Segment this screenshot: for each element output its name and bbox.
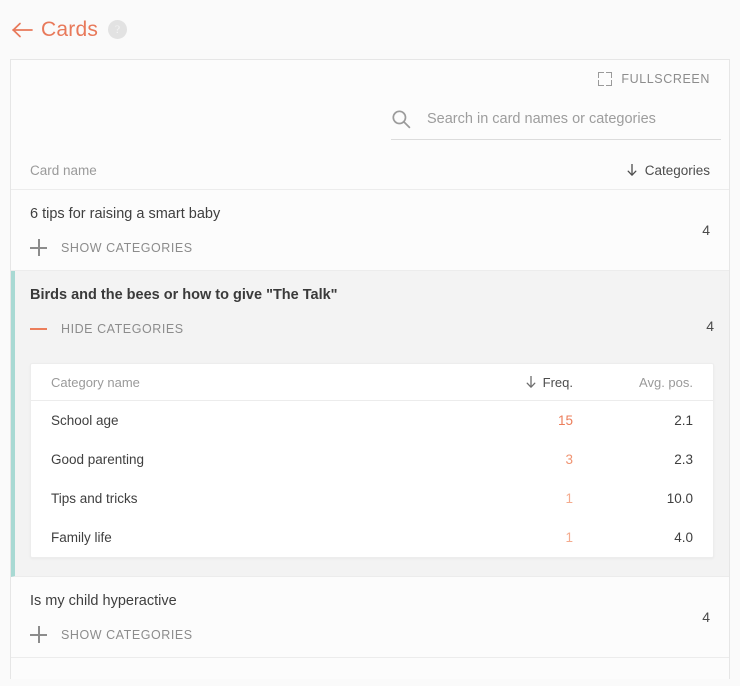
table-row-expanded[interactable]: Birds and the bees or how to give "The T…	[11, 271, 729, 577]
category-name: School age	[51, 413, 119, 428]
column-header-card-name: Card name	[30, 162, 97, 178]
show-categories-button[interactable]: SHOW CATEGORIES	[30, 239, 193, 256]
subtable-row[interactable]: School age 15 2.1	[31, 401, 713, 440]
fullscreen-icon	[598, 71, 613, 86]
categories-count: 4	[702, 222, 710, 238]
column-header-freq-label: Freq.	[542, 374, 573, 390]
show-categories-button[interactable]: SHOW CATEGORIES	[30, 626, 193, 643]
category-avg-pos: 2.1	[674, 413, 693, 428]
subtable-row[interactable]: Good parenting 3 2.3	[31, 440, 713, 479]
card-name: Birds and the bees or how to give "The T…	[30, 287, 338, 303]
sort-descending-arrow-icon	[626, 163, 638, 177]
search-box[interactable]	[391, 109, 721, 140]
column-header-avg-pos: Avg. pos.	[639, 374, 693, 390]
categories-count: 4	[706, 318, 714, 334]
subtable-row[interactable]: Tips and tricks 1 10.0	[31, 479, 713, 518]
subtable-column-headers: Category name Freq. Avg. pos.	[31, 364, 713, 401]
cards-panel: FULLSCREEN Card name Categories	[10, 59, 730, 679]
plus-icon	[30, 626, 47, 643]
sort-descending-arrow-icon	[525, 375, 537, 389]
fullscreen-button[interactable]: FULLSCREEN	[598, 71, 710, 86]
category-freq: 3	[565, 452, 573, 467]
category-freq: 15	[557, 413, 573, 428]
category-name: Family life	[51, 530, 112, 545]
column-header-categories-label: Categories	[644, 162, 710, 178]
category-name: Good parenting	[51, 452, 145, 467]
search-input[interactable]	[427, 111, 721, 127]
toggle-label: SHOW CATEGORIES	[61, 240, 193, 255]
panel-toolbar: FULLSCREEN	[11, 60, 729, 97]
page-title: Cards	[41, 17, 99, 41]
categories-subtable: Category name Freq. Avg. pos. School age…	[30, 363, 714, 558]
search-icon	[391, 109, 411, 129]
toggle-label: SHOW CATEGORIES	[61, 627, 193, 642]
toggle-label: HIDE CATEGORIES	[61, 321, 184, 336]
card-name: Is my child hyperactive	[30, 593, 177, 609]
table-column-headers: Card name Categories	[11, 151, 729, 190]
minus-icon	[30, 320, 47, 337]
categories-count: 4	[702, 609, 710, 625]
subtable-row[interactable]: Family life 1 4.0	[31, 518, 713, 557]
category-freq: 1	[565, 491, 573, 506]
table-row[interactable]: Is my child hyperactive SHOW CATEGORIES …	[11, 577, 729, 658]
column-header-freq[interactable]: Freq.	[443, 375, 573, 390]
search-area	[11, 109, 729, 140]
column-header-categories[interactable]: Categories	[626, 163, 710, 178]
plus-icon	[30, 239, 47, 256]
expanded-row-header: Birds and the bees or how to give "The T…	[15, 271, 729, 351]
column-header-category-name: Category name	[51, 374, 140, 390]
category-freq: 1	[565, 530, 573, 545]
hide-categories-button[interactable]: HIDE CATEGORIES	[30, 320, 184, 337]
category-name: Tips and tricks	[51, 491, 138, 506]
category-avg-pos: 2.3	[674, 452, 693, 467]
category-avg-pos: 10.0	[666, 491, 693, 506]
card-name: 6 tips for raising a smart baby	[30, 206, 221, 222]
categories-subtable-wrap: Category name Freq. Avg. pos. School age…	[15, 351, 729, 576]
category-avg-pos: 4.0	[674, 530, 693, 545]
fullscreen-label: FULLSCREEN	[621, 71, 710, 86]
table-row[interactable]: 6 tips for raising a smart baby SHOW CAT…	[11, 190, 729, 271]
page-header: Cards ?	[0, 0, 740, 59]
back-arrow-icon[interactable]	[11, 19, 33, 41]
help-icon[interactable]: ?	[108, 20, 128, 39]
